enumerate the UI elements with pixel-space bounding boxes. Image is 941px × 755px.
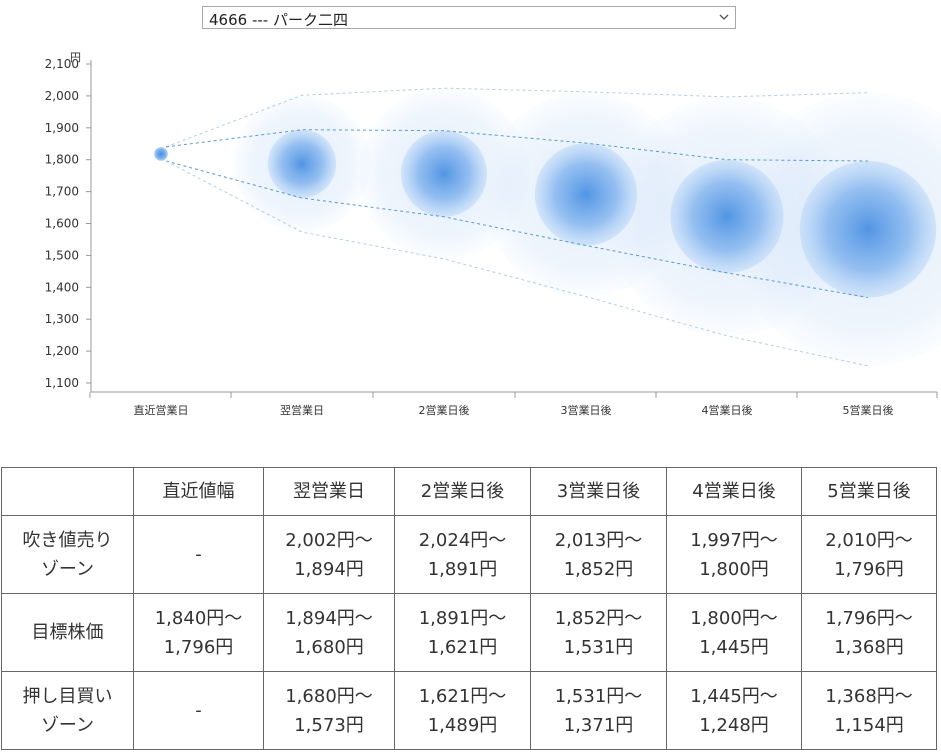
table-cell: - [133, 671, 264, 750]
table-cell: 1,891円～ 1,621円 [394, 593, 531, 672]
table-cell: 1,800円～ 1,445円 [666, 593, 802, 672]
cell-line: 1,621円～ [418, 685, 507, 707]
cell-line: 1,796円～ [825, 607, 913, 629]
table-cell: 2,010円～ 1,796円 [801, 515, 937, 594]
row-label: 目標株価 [1, 593, 134, 672]
x-tick-label: 3営業日後 [561, 403, 612, 417]
cell-line: 1,531円～ [554, 685, 643, 707]
table-cell: 2,024円～ 1,891円 [394, 515, 531, 594]
cell-line: 1,680円 [294, 636, 364, 658]
target-bubble-5 [799, 160, 937, 298]
y-tick-label: 1,300 [45, 312, 79, 326]
target-bubble-4 [670, 159, 784, 274]
y-tick-label: 1,200 [45, 344, 79, 358]
cell-line: 1,445円 [699, 636, 769, 658]
cell-line: - [195, 544, 202, 565]
table-cell: 1,852円～ 1,531円 [530, 593, 667, 672]
row-label: 吹き値売り ゾーン [1, 515, 134, 594]
cell-line: 1,796円 [163, 636, 234, 658]
table-cell: 1,796円～ 1,368円 [801, 593, 937, 672]
table-cell: 1,840円～ 1,796円 [133, 593, 264, 672]
row-label: 押し目買い ゾーン [1, 671, 134, 750]
y-tick-label: 1,800 [45, 153, 79, 167]
y-unit-label: 円 [70, 51, 81, 64]
row-label-line: 吹き値売り [22, 529, 113, 551]
cell-line: - [195, 700, 202, 721]
table-cell: 1,680円～ 1,573円 [263, 671, 395, 750]
row-label-line: ゾーン [40, 558, 95, 580]
target-bubble-2 [400, 130, 488, 217]
cell-line: 1,800円～ [690, 607, 778, 629]
y-tick-label: 1,700 [45, 185, 79, 199]
table-header-row: 直近値幅 翌営業日 2営業日後 3営業日後 4営業日後 5営業日後 [1, 467, 937, 516]
chevron-down-icon [719, 14, 729, 20]
cell-line: 1,489円 [427, 714, 498, 736]
cell-line: 1,621円 [427, 636, 498, 658]
table-cell: 2,013円～ 1,852円 [530, 515, 667, 594]
table-cell: 1,894円～ 1,680円 [263, 593, 395, 672]
cell-line: 1,852円～ [554, 607, 643, 629]
cell-line: 1,154円 [834, 714, 904, 736]
target-bubble-3 [534, 143, 638, 246]
cell-line: 1,680円～ [285, 685, 373, 707]
row-label-line: ゾーン [40, 714, 95, 736]
stock-selector[interactable]: 4666 --- パーク二四 [202, 6, 736, 29]
forecast-table: 直近値幅 翌営業日 2営業日後 3営業日後 4営業日後 5営業日後 吹き値売り … [1, 467, 937, 750]
x-tick-label: 翌営業日 [280, 403, 324, 417]
cell-line: 1,248円 [699, 714, 769, 736]
table-cell: - [133, 515, 264, 594]
y-tick-label: 2,000 [45, 89, 79, 103]
header-day2: 2営業日後 [394, 467, 531, 516]
cell-line: 1,368円 [834, 636, 904, 658]
header-next-day: 翌営業日 [263, 467, 395, 516]
stock-selector-value: 4666 --- パーク二四 [209, 11, 348, 29]
y-tick-label: 1,500 [45, 248, 79, 262]
y-tick-label: 1,100 [45, 376, 79, 390]
header-empty [1, 467, 134, 516]
header-day5: 5営業日後 [801, 467, 937, 516]
row-label-line: 押し目買い [22, 685, 113, 707]
table-cell: 1,621円～ 1,489円 [394, 671, 531, 750]
cell-line: 1,796円 [834, 558, 904, 580]
x-tick-label: 直近営業日 [134, 403, 189, 417]
cell-line: 1,852円 [563, 558, 634, 580]
cell-line: 1,997円～ [690, 529, 778, 551]
table-row-sell-zone: 吹き値売り ゾーン - 2,002円～ 1,894円 2,024円～ 1,891円 … [1, 515, 937, 594]
cell-line: 1,840円～ [154, 607, 243, 629]
x-tick-label: 2営業日後 [419, 403, 470, 417]
cell-line: 1,894円～ [285, 607, 373, 629]
target-bubble-1 [267, 129, 337, 198]
cell-line: 1,891円～ [418, 607, 507, 629]
y-tick-label: 1,900 [45, 121, 79, 135]
cell-line: 2,013円～ [554, 529, 643, 551]
table-row-target-price: 目標株価 1,840円～ 1,796円 1,894円～ 1,680円 1,891円～… [1, 593, 937, 672]
cell-line: 1,800円 [699, 558, 769, 580]
table-cell: 1,997円～ 1,800円 [666, 515, 802, 594]
latest-point [154, 147, 168, 161]
cell-line: 1,445円～ [690, 685, 778, 707]
header-day4: 4営業日後 [666, 467, 802, 516]
y-tick-label: 1,400 [45, 280, 79, 294]
table-cell: 1,531円～ 1,371円 [530, 671, 667, 750]
cell-line: 1,371円 [563, 714, 634, 736]
y-tick-label: 1,600 [45, 217, 79, 231]
cell-line: 2,024円～ [418, 529, 507, 551]
header-latest-range: 直近値幅 [133, 467, 264, 516]
cell-line: 2,010円～ [825, 529, 913, 551]
cell-line: 1,531円 [563, 636, 634, 658]
forecast-chart: 2,1002,0001,9001,8001,7001,6001,5001,400… [45, 51, 941, 417]
row-label-line: 目標株価 [31, 622, 104, 643]
x-tick-label: 5営業日後 [843, 403, 894, 417]
table-cell: 2,002円～ 1,894円 [263, 515, 395, 594]
x-tick-label: 4営業日後 [702, 403, 753, 417]
cell-line: 1,368円～ [825, 685, 913, 707]
header-day3: 3営業日後 [530, 467, 667, 516]
table-cell: 1,368円～ 1,154円 [801, 671, 937, 750]
cell-line: 1,891円 [427, 558, 498, 580]
table-row-buy-zone: 押し目買い ゾーン - 1,680円～ 1,573円 1,621円～ 1,489円 … [1, 671, 937, 750]
cell-line: 1,573円 [294, 714, 364, 736]
cell-line: 2,002円～ [285, 529, 373, 551]
table-cell: 1,445円～ 1,248円 [666, 671, 802, 750]
cell-line: 1,894円 [294, 558, 364, 580]
